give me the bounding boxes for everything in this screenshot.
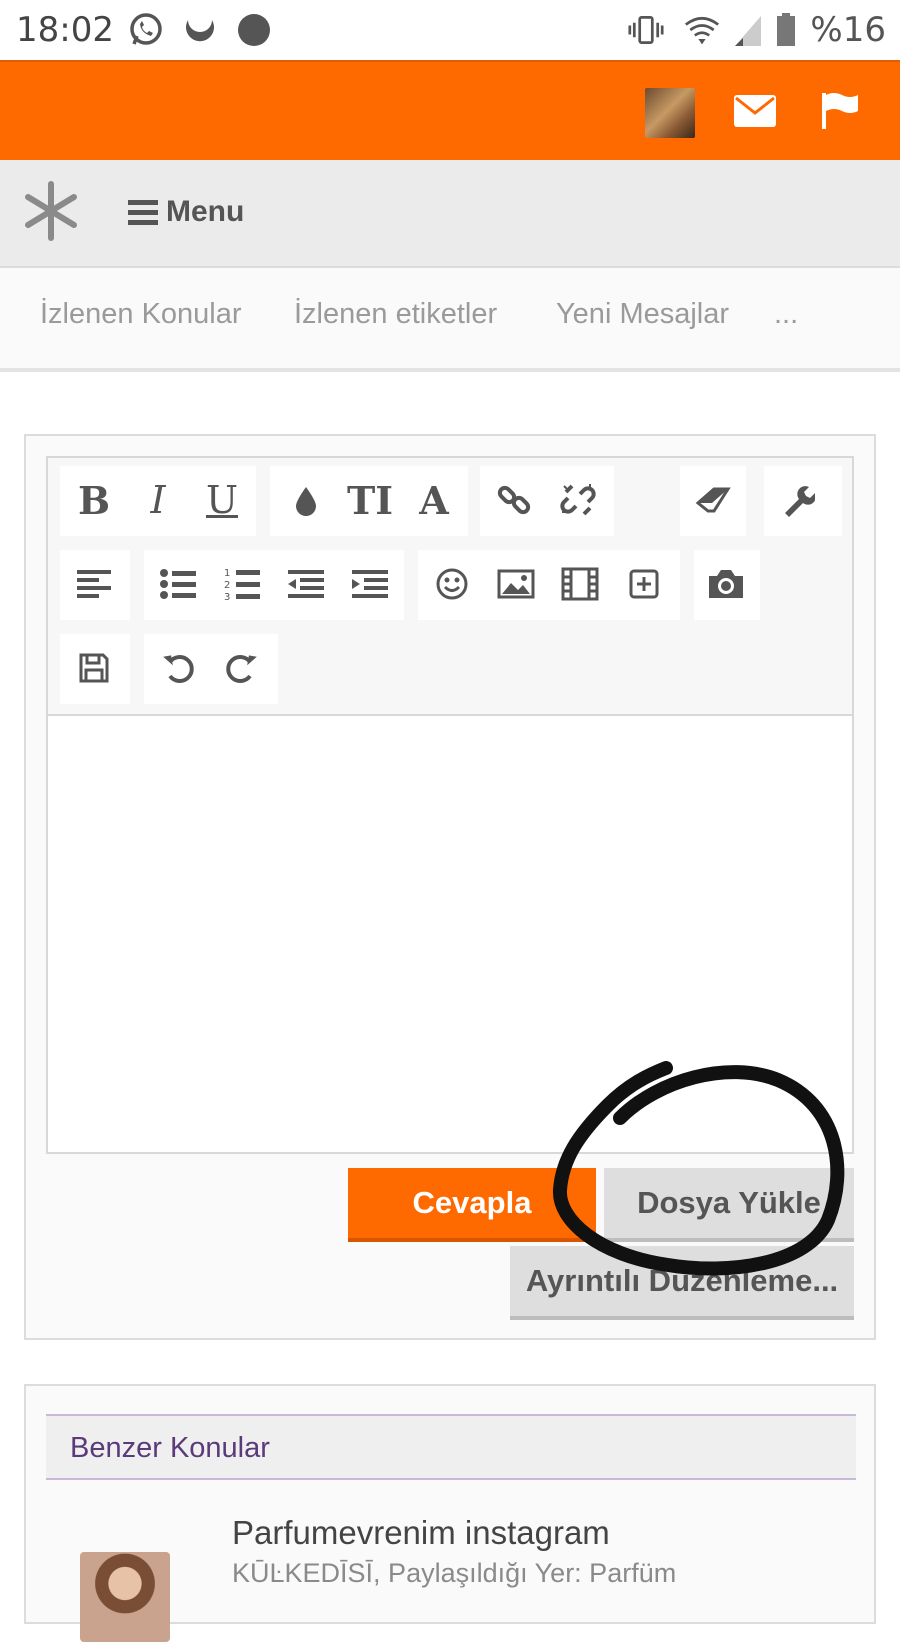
menu-label: Menu	[166, 195, 245, 228]
similar-threads-header: Benzer Konular	[46, 1414, 856, 1480]
advanced-edit-button[interactable]: Ayrıntılı Düzenleme...	[510, 1246, 854, 1320]
eraser-icon[interactable]	[684, 470, 744, 530]
wifi-icon	[684, 12, 720, 48]
flag-icon[interactable]	[816, 88, 866, 134]
signal-icon	[730, 12, 766, 48]
vibrate-icon	[628, 12, 664, 48]
rich-text-editor: B I U TI A 123	[46, 456, 854, 1154]
dot-icon	[236, 12, 272, 48]
numbered-list-icon[interactable]: 123	[212, 554, 272, 614]
thread-title-link[interactable]: Parfumevrenim instagram	[232, 1514, 610, 1552]
nav-bar: Menu	[0, 160, 900, 268]
top-header	[0, 60, 900, 160]
font-size-label: TI	[346, 477, 394, 523]
moon-icon	[182, 12, 218, 48]
indent-icon[interactable]	[340, 554, 400, 614]
whatsapp-icon	[128, 12, 164, 48]
image-icon[interactable]	[486, 554, 546, 614]
mail-icon[interactable]	[730, 88, 780, 134]
smiley-icon[interactable]	[422, 554, 482, 614]
quick-links: İzlenen Konular İzlenen etiketler Yeni M…	[0, 268, 900, 372]
align-left-icon[interactable]	[64, 554, 124, 614]
wrench-icon[interactable]	[768, 470, 828, 530]
bullet-list-icon[interactable]	[148, 554, 208, 614]
reply-button[interactable]: Cevapla	[348, 1168, 596, 1242]
link-icon[interactable]	[484, 470, 544, 530]
color-icon[interactable]	[276, 470, 336, 530]
bold-button[interactable]: B	[64, 470, 124, 530]
save-icon[interactable]	[64, 638, 124, 698]
italic-button[interactable]: I	[128, 470, 188, 530]
svg-text:3: 3	[224, 592, 230, 601]
font-size-button[interactable]: TI	[340, 470, 400, 530]
tab-watched-threads[interactable]: İzlenen Konular	[40, 298, 242, 331]
status-time: 18:02	[16, 10, 114, 50]
undo-icon[interactable]	[148, 638, 208, 698]
battery-icon	[768, 12, 804, 48]
avatar[interactable]	[80, 1552, 170, 1642]
underline-button[interactable]: U	[192, 470, 252, 530]
hamburger-icon	[128, 200, 158, 225]
media-icon[interactable]	[550, 554, 610, 614]
similar-threads-panel: Benzer Konular Parfumevrenim instagram Κ…	[24, 1384, 876, 1642]
thread-meta: ΚŪĿΚΕDĪSĪ, Paylaşıldığı Yer: Parfüm	[232, 1558, 677, 1588]
camera-icon[interactable]	[696, 554, 756, 614]
tab-new-messages[interactable]: Yeni Mesajlar	[556, 298, 729, 331]
avatar[interactable]	[645, 88, 695, 138]
similar-threads-title: Benzer Konular	[70, 1432, 270, 1464]
message-textarea[interactable]	[48, 716, 852, 1152]
unlink-icon[interactable]	[548, 470, 608, 530]
tab-more[interactable]: ...	[774, 298, 798, 331]
font-family-button[interactable]: A	[404, 470, 464, 530]
battery-percent: %16	[810, 10, 886, 50]
svg-text:2: 2	[224, 580, 230, 591]
status-bar: 18:02 %16	[0, 0, 900, 60]
site-logo[interactable]	[20, 180, 82, 242]
insert-icon[interactable]	[614, 554, 674, 614]
tab-watched-tags[interactable]: İzlenen etiketler	[294, 298, 497, 331]
menu-button[interactable]: Menu	[128, 192, 244, 232]
redo-icon[interactable]	[212, 638, 272, 698]
editor-toolbar: B I U TI A 123	[48, 458, 852, 716]
outdent-icon[interactable]	[276, 554, 336, 614]
svg-text:1: 1	[224, 568, 230, 579]
upload-file-button[interactable]: Dosya Yükle	[604, 1168, 854, 1242]
